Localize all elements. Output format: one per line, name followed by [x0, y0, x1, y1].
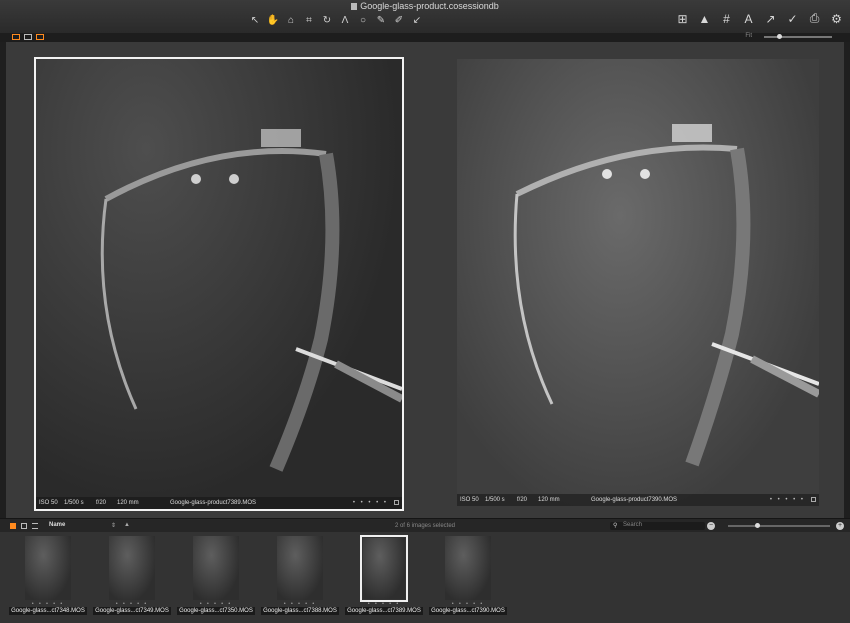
print-icon[interactable]: ⎙ — [807, 11, 822, 26]
thumbnail-label: Google-glass...ct7350.MOS — [176, 607, 256, 615]
focal-length-value: 120 mm — [538, 497, 560, 503]
cursor-tools: ↖ ✋ ⌂ ⌗ ↻ Λ ○ ✎ ✐ ↙ — [248, 13, 424, 27]
star-rating[interactable]: • • • • • — [770, 497, 805, 503]
thumbnail-size-knob[interactable] — [755, 523, 760, 528]
thumbnail-label: Google-glass...ct7389.MOS — [344, 607, 424, 615]
glasses-photo — [513, 124, 819, 467]
glasses-photo — [100, 129, 402, 472]
check-icon[interactable]: ✓ — [785, 11, 800, 26]
grid-view-icon[interactable]: ⊞ — [675, 11, 690, 26]
rotate-tool-icon[interactable]: ↻ — [320, 13, 334, 27]
zoom-slider[interactable] — [764, 36, 832, 38]
thumbnail-image — [277, 536, 323, 600]
filmstrip-thumbnail[interactable] — [444, 535, 492, 601]
image-metadata-bar: ISO 50 1/500 s f/20 120 mm Google-glass-… — [36, 497, 402, 509]
browser-toolbar: Name ⇕ ▲ 2 of 6 images selected ⚲ Search… — [0, 518, 850, 533]
thumbnail-filename: Google-glass...ct7349.MOS — [93, 607, 171, 615]
thumbnail-zoom-out-button[interactable]: − — [707, 522, 715, 530]
image-tag-icon[interactable] — [811, 497, 816, 502]
viewer-image-primary[interactable]: ISO 50 1/500 s f/20 120 mm Google-glass-… — [34, 57, 404, 511]
image-viewer: ISO 50 1/500 s f/20 120 mm Google-glass-… — [6, 42, 844, 518]
view-strip: Fit — [0, 33, 850, 42]
thumbnail-filename: Google-glass...ct7348.MOS — [9, 607, 87, 615]
filmstrip-thumbnail[interactable] — [360, 535, 408, 602]
image-metadata-bar: ISO 50 1/500 s f/20 120 mm Google-glass-… — [457, 494, 819, 506]
thumbnail-size-slider[interactable] — [728, 525, 830, 527]
document-icon — [351, 3, 358, 10]
multi-view-icon[interactable] — [12, 34, 20, 40]
selection-status: 2 of 6 images selected — [394, 523, 456, 529]
thumbnail-filename: Google-glass...ct7388.MOS — [261, 607, 339, 615]
single-view-icon[interactable] — [24, 34, 32, 40]
brush-tool-icon[interactable]: ✐ — [392, 13, 406, 27]
window-title: Google-glass-product.cosessiondb — [0, 1, 850, 11]
settings-icon[interactable]: ⚙ — [829, 11, 844, 26]
search-icon: ⚲ — [613, 523, 618, 529]
cursor-icon[interactable]: ↗ — [763, 11, 778, 26]
filmstrip-thumbnail[interactable] — [276, 535, 324, 601]
window-title-text: Google-glass-product.cosessiondb — [360, 1, 499, 11]
thumbnail-filename: Google-glass...ct7389.MOS — [345, 607, 423, 615]
aperture-value: f/20 — [96, 500, 107, 506]
filmstrip-thumbnail[interactable] — [108, 535, 156, 601]
filename: Google-glass-product7389.MOS — [170, 500, 257, 506]
aperture-value: f/20 — [517, 497, 528, 503]
filmstrip: • • • • • Google-glass...ct7348.MOS • • • … — [0, 532, 850, 623]
iso-value: ISO 50 — [39, 500, 58, 506]
star-rating[interactable]: • • • • • — [353, 500, 388, 506]
thumbnail-image — [109, 536, 155, 600]
right-tools: ⊞ ▲ # A ↗ ✓ ⎙ ⚙ — [675, 11, 844, 26]
spot-removal-tool-icon[interactable]: ○ — [356, 13, 370, 27]
thumbnail-image — [363, 538, 405, 599]
thumbnail-label: Google-glass...ct7349.MOS — [92, 607, 172, 615]
shutter-value: 1/500 s — [485, 497, 505, 503]
thumbnail-image — [193, 536, 239, 600]
zoom-slider-knob[interactable] — [777, 34, 782, 39]
filename: Google-glass-product7390.MOS — [591, 497, 678, 503]
thumbnail-filename: Google-glass...ct7390.MOS — [429, 607, 507, 615]
keystone-tool-icon[interactable]: Λ — [338, 13, 352, 27]
focal-length-value: 120 mm — [117, 500, 139, 506]
thumbnail-label: Google-glass...ct7390.MOS — [428, 607, 508, 615]
title-bar: Google-glass-product.cosessiondb ↖ ✋ ⌂ ⌗ ↻ Λ ○… — [0, 0, 850, 34]
thumbnail-image — [445, 536, 491, 600]
compare-view-icon[interactable] — [36, 34, 44, 40]
filmstrip-thumbnail[interactable] — [192, 535, 240, 601]
zoom-fit-label[interactable]: Fit — [745, 33, 752, 39]
pan-tool-icon[interactable]: ✋ — [266, 13, 280, 27]
guides-icon[interactable]: # — [719, 11, 734, 26]
thumbnail-image — [25, 536, 71, 600]
thumbnail-filename: Google-glass...ct7350.MOS — [177, 607, 255, 615]
viewer-image-secondary[interactable]: ISO 50 1/500 s f/20 120 mm Google-glass-… — [457, 59, 819, 506]
thumbnail-zoom-in-button[interactable]: + — [836, 522, 844, 530]
iso-value: ISO 50 — [460, 497, 479, 503]
warning-icon[interactable]: ▲ — [697, 11, 712, 26]
shutter-value: 1/500 s — [64, 500, 84, 506]
right-scroll-edge — [844, 42, 850, 518]
thumbnail-label: Google-glass...ct7388.MOS — [260, 607, 340, 615]
annotation-tool-icon[interactable]: ↙ — [410, 13, 424, 27]
select-tool-icon[interactable]: ↖ — [248, 13, 262, 27]
filmstrip-thumbnail[interactable] — [24, 535, 72, 601]
image-tag-icon[interactable] — [394, 500, 399, 505]
thumbnail-label: Google-glass...ct7348.MOS — [8, 607, 88, 615]
color-picker-tool-icon[interactable]: ✎ — [374, 13, 388, 27]
crop-tool-icon[interactable]: ⌗ — [302, 13, 316, 27]
search-input[interactable]: ⚲ Search — [610, 522, 705, 530]
search-placeholder: Search — [623, 522, 643, 528]
text-overlay-icon[interactable]: A — [741, 11, 756, 26]
loupe-tool-icon[interactable]: ⌂ — [284, 13, 298, 27]
